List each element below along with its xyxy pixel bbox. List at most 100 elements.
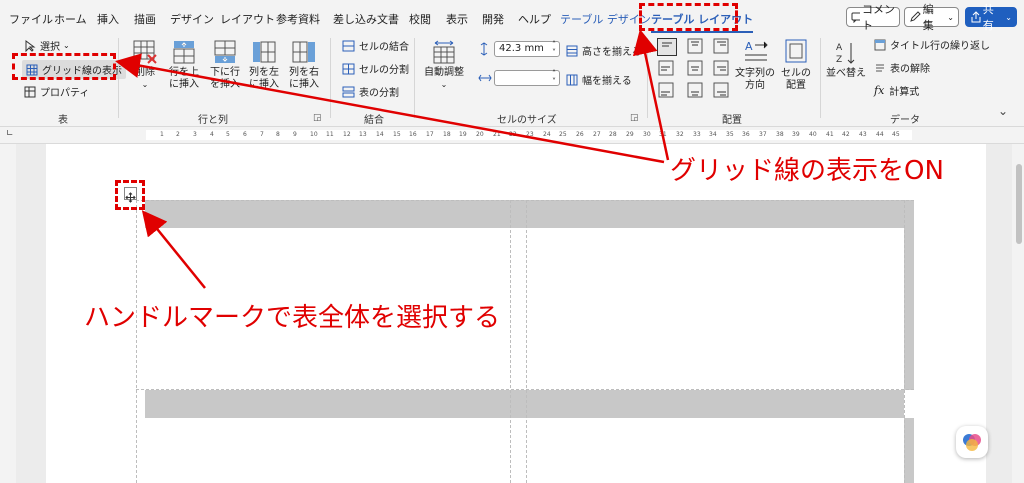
table-shaded-row[interactable] xyxy=(145,200,904,228)
group-label-cell-size: セルのサイズ xyxy=(497,115,557,126)
distribute-columns-label: 幅を揃える xyxy=(582,76,632,87)
insert-above-button[interactable]: 行を上 に挿入 xyxy=(166,39,202,91)
align-bottom-left-button[interactable] xyxy=(657,82,675,98)
highlight-table-layout-tab xyxy=(639,3,738,31)
group-label-data: データ xyxy=(890,115,920,126)
align-center-icon xyxy=(687,60,703,76)
align-center-right-button[interactable] xyxy=(712,60,730,76)
horizontal-ruler[interactable]: ∟ 1 2 3 4 5 6 7 8 9 10 11 12 13 14 15 16 17 18 19 20 21 22 23 2… xyxy=(0,127,1024,144)
cell-margins-label-2: 配置 xyxy=(786,80,806,91)
delete-button[interactable]: 削除 ⌄ xyxy=(130,39,160,91)
align-top-center-button[interactable] xyxy=(686,38,704,54)
sort-button[interactable]: AZ 並べ替え xyxy=(826,40,866,80)
group-divider xyxy=(414,38,415,118)
tab-file[interactable]: ファイル xyxy=(9,11,53,27)
tab-selector-icon[interactable]: ∟ xyxy=(6,129,14,139)
group-divider xyxy=(330,38,331,118)
ruler-number: 10 xyxy=(310,131,318,138)
tab-insert[interactable]: 挿入 xyxy=(97,11,119,27)
dialog-launcher-icon[interactable]: ◲ xyxy=(313,113,322,123)
cell-margins-button[interactable]: セルの 配置 xyxy=(778,38,814,92)
tab-draw[interactable]: 描画 xyxy=(134,11,156,27)
align-bottom-center-button[interactable] xyxy=(686,82,704,98)
insert-right-label-1: 列を右 xyxy=(289,67,319,78)
table-shaded-right-edge xyxy=(904,200,914,390)
autofit-label: 自動調整 xyxy=(424,67,464,78)
split-table-button[interactable]: 表の分割 xyxy=(342,84,399,99)
copilot-button[interactable] xyxy=(956,426,988,458)
tab-table-design[interactable]: テーブル デザイン xyxy=(560,11,651,27)
table-gridline xyxy=(904,200,905,483)
formula-button[interactable]: fx 計算式 xyxy=(874,83,919,98)
ruler-scale: 1 2 3 4 5 6 7 8 9 10 11 12 13 14 15 16 17 18 19 20 21 22 23 24 2… xyxy=(146,130,912,140)
tab-review[interactable]: 校閲 xyxy=(409,11,431,27)
vertical-scrollbar[interactable] xyxy=(1012,144,1024,483)
chevron-down-icon: ⌄ xyxy=(141,80,149,89)
annotation-select-with-handle: ハンドルマークで表全体を選択する xyxy=(84,303,501,333)
ruler-number: 29 xyxy=(626,131,634,138)
convert-to-text-button[interactable]: 表の解除 xyxy=(874,60,930,75)
insert-below-label-2: を挿入 xyxy=(210,79,240,90)
scrollbar-thumb[interactable] xyxy=(1016,164,1022,244)
spinner-icon[interactable]: ˄ ˅ xyxy=(552,70,556,86)
distribute-rows-label: 高さを揃える xyxy=(582,47,642,58)
tab-mailings[interactable]: 差し込み文書 xyxy=(333,11,399,27)
comment-button[interactable]: コメント xyxy=(846,3,900,32)
align-top-right-button[interactable] xyxy=(712,38,730,54)
tab-layout[interactable]: レイアウト xyxy=(220,11,275,27)
align-center-left-button[interactable] xyxy=(657,60,675,76)
tab-help[interactable]: ヘルプ xyxy=(518,11,551,27)
ruler-number: 5 xyxy=(226,131,230,138)
insert-below-button[interactable]: 下に行 を挿入 xyxy=(207,39,243,91)
insert-left-button[interactable]: 列を左 に挿入 xyxy=(246,39,282,91)
text-direction-button[interactable]: A 文字列の 方向 xyxy=(734,38,776,92)
insert-column-left-icon xyxy=(253,41,276,63)
table-shaded-row[interactable] xyxy=(145,390,904,418)
ruler-number: 42 xyxy=(842,131,850,138)
select-button[interactable]: 選択 ⌄ xyxy=(24,38,70,53)
align-top-left-button[interactable] xyxy=(657,38,677,56)
table-gridline xyxy=(136,200,914,201)
autofit-button[interactable]: 自動調整 ⌄ xyxy=(424,39,464,91)
share-button[interactable]: 共有 ⌄ xyxy=(965,3,1017,32)
distribute-rows-button[interactable]: 高さを揃える xyxy=(566,43,642,58)
row-height-input[interactable]: 42.3 mm ˄ ˅ xyxy=(494,41,560,57)
ribbon-tab-bar: ファイル ホーム 挿入 描画 デザイン レイアウト 参考資料 差し込み文書 校閲… xyxy=(0,0,1024,34)
table-shaded-right-edge xyxy=(904,418,914,483)
ruler-number: 2 xyxy=(176,131,180,138)
dialog-launcher-icon[interactable]: ◲ xyxy=(630,113,639,123)
delete-label: 削除 xyxy=(135,67,155,78)
properties-button[interactable]: プロパティ xyxy=(24,84,89,99)
comment-label: コメント xyxy=(862,3,895,32)
tab-developer[interactable]: 開発 xyxy=(482,11,504,27)
ruler-number: 25 xyxy=(559,131,567,138)
tab-design[interactable]: デザイン xyxy=(170,11,214,27)
split-cells-button[interactable]: セルの分割 xyxy=(342,61,409,76)
highlight-move-handle xyxy=(115,180,145,210)
merge-cells-button[interactable]: セルの結合 xyxy=(342,38,409,53)
group-divider xyxy=(820,38,821,118)
ribbon-table-layout: 選択 ⌄ グリッド線の表示 プロパティ 表 削除 ⌄ 行を上 に挿入 下に行 を… xyxy=(0,34,1024,127)
insert-right-button[interactable]: 列を右 に挿入 xyxy=(286,39,322,91)
ruler-number: 45 xyxy=(892,131,900,138)
insert-row-below-icon xyxy=(214,40,236,63)
convert-to-text-icon xyxy=(876,64,884,71)
tab-references[interactable]: 参考資料 xyxy=(276,11,320,27)
ruler-number: 7 xyxy=(260,131,264,138)
ruler-number: 43 xyxy=(859,131,867,138)
collapse-ribbon-icon[interactable]: ⌄ xyxy=(998,104,1008,118)
column-width-input[interactable]: ˄ ˅ xyxy=(494,70,560,86)
ruler-number: 13 xyxy=(359,131,367,138)
repeat-header-rows-button[interactable]: タイトル行の繰り返し xyxy=(874,37,990,52)
align-bottom-right-button[interactable] xyxy=(712,82,730,98)
group-label-rows-cols: 行と列 xyxy=(198,115,228,126)
edit-mode-button[interactable]: 編集 ⌄ xyxy=(904,3,959,32)
ruler-number: 22 xyxy=(509,131,517,138)
distribute-columns-button[interactable]: 幅を揃える xyxy=(566,72,632,87)
tab-home[interactable]: ホーム xyxy=(54,11,87,27)
tab-view[interactable]: 表示 xyxy=(446,11,468,27)
repeat-header-icon xyxy=(874,39,886,50)
vertical-ruler[interactable] xyxy=(0,144,16,483)
spinner-icon[interactable]: ˄ ˅ xyxy=(552,41,556,57)
align-center-button[interactable] xyxy=(686,60,704,76)
